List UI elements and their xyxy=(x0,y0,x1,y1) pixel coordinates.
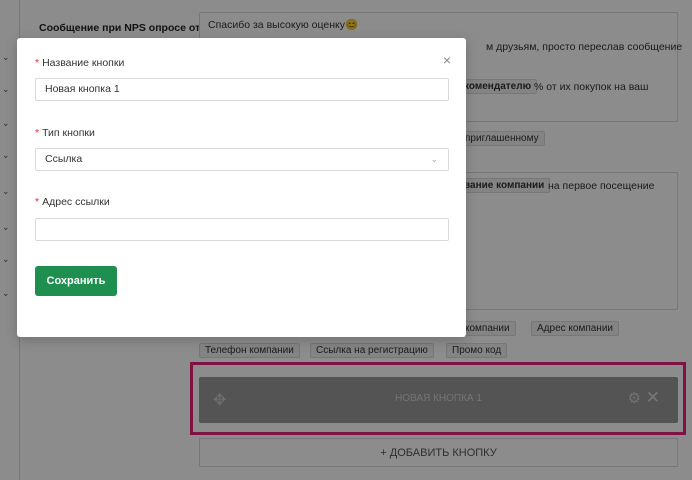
save-button[interactable]: Сохранить xyxy=(35,266,117,296)
link-address-label-text: Адрес ссылки xyxy=(42,196,110,208)
button-type-label-text: Тип кнопки xyxy=(42,127,95,139)
button-type-select[interactable]: Ссылка ⌄ xyxy=(35,148,449,171)
required-mark: * xyxy=(35,127,40,139)
button-name-label: * Название кнопки xyxy=(35,57,124,69)
link-address-input[interactable] xyxy=(35,218,449,241)
edit-button-modal: × * Название кнопки Новая кнопка 1 * Тип к… xyxy=(17,38,466,337)
button-name-input[interactable]: Новая кнопка 1 xyxy=(35,78,449,101)
close-icon[interactable]: × xyxy=(443,52,451,68)
required-mark: * xyxy=(35,57,40,69)
button-type-label: * Тип кнопки xyxy=(35,127,95,139)
button-type-value: Ссылка xyxy=(45,153,83,165)
button-name-label-text: Название кнопки xyxy=(42,57,125,69)
required-mark: * xyxy=(35,196,40,208)
chevron-down-icon: ⌄ xyxy=(430,154,438,164)
link-address-label: * Адрес ссылки xyxy=(35,196,110,208)
